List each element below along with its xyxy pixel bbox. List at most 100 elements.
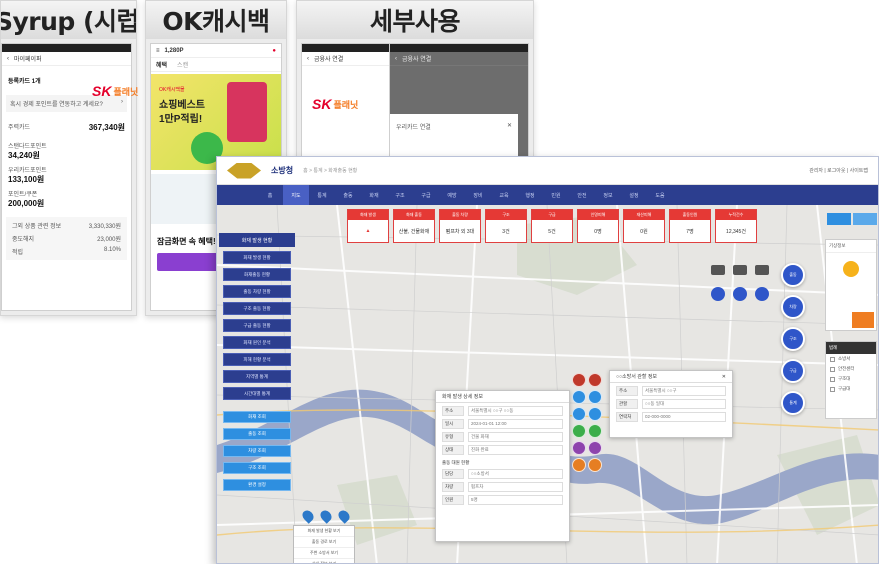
layer-toggle-icon[interactable] xyxy=(588,390,602,404)
location-pin-icon[interactable] xyxy=(711,287,725,301)
map-view[interactable]: 화재 발생 현황 화재 발생 현황화재출동 현황출동 차량 현황구조 출동 현황… xyxy=(217,205,878,563)
stat-card[interactable]: 출동인원 7명 xyxy=(669,209,711,243)
sidebar-item[interactable]: 구조 출동 현황 xyxy=(223,302,291,315)
layer-toggle-icon[interactable] xyxy=(588,424,602,438)
map-view-button[interactable] xyxy=(827,213,851,225)
stat-label: 화재 발생 xyxy=(348,210,388,220)
sidebar-item[interactable]: 피해 현황 분석 xyxy=(223,353,291,366)
sidebar-item[interactable]: 화재 원인 분석 xyxy=(223,336,291,349)
tab-scan[interactable]: 스캔 xyxy=(177,60,188,69)
context-menu-item[interactable]: 출동 경로 보기 xyxy=(294,537,354,548)
menu-icon[interactable]: ≡ xyxy=(156,48,160,54)
legend-item[interactable]: 안전센터 xyxy=(826,364,876,374)
legend-item[interactable]: 소방서 xyxy=(826,354,876,364)
stat-label: 구조 xyxy=(486,210,526,220)
legend-panel: 범례 소방서 안전센터 구조대 구급대 xyxy=(825,341,877,419)
legend-label: 구급대 xyxy=(838,386,851,391)
ambulance-icon[interactable] xyxy=(733,265,747,275)
layer-toggle-icon[interactable] xyxy=(572,458,586,472)
tool-fab-button[interactable]: 출동 xyxy=(781,263,805,287)
nav-item[interactable]: 도움 xyxy=(647,185,673,205)
sidebar-item[interactable]: 화재출동 현황 xyxy=(223,268,291,281)
close-icon[interactable]: ✕ xyxy=(507,122,512,131)
legend-item[interactable]: 구조대 xyxy=(826,374,876,384)
sidebar-item[interactable]: 구급 출동 현황 xyxy=(223,319,291,332)
nav-item[interactable]: 홈 xyxy=(257,185,283,205)
tab-benefit[interactable]: 혜택 xyxy=(156,60,167,69)
stat-card[interactable]: 구급 5건 xyxy=(531,209,573,243)
layer-toggle-icon[interactable] xyxy=(588,458,602,472)
nav-item[interactable]: 지도 xyxy=(283,185,309,205)
fire-truck-icon[interactable] xyxy=(711,265,725,275)
checkbox-icon xyxy=(830,356,835,362)
nav-item[interactable]: 구조 xyxy=(387,185,413,205)
layer-toggle-icon[interactable] xyxy=(588,441,602,455)
location-pin-icon[interactable] xyxy=(755,287,769,301)
popup-row: 주소 서울특별시 ○○구 ○○동 xyxy=(442,406,563,416)
nav-item[interactable]: 화재 xyxy=(361,185,387,205)
tool-fab-button[interactable]: 구급 xyxy=(781,359,805,383)
stat-card[interactable]: 누적건수 12,345건 xyxy=(715,209,757,243)
layer-toggle-icon[interactable] xyxy=(572,390,586,404)
nav-item[interactable]: 행정 xyxy=(517,185,543,205)
alert-button[interactable] xyxy=(852,312,874,328)
back-icon[interactable]: ‹ xyxy=(7,56,9,62)
back-icon[interactable]: ‹ xyxy=(307,56,309,62)
nav-item[interactable]: 교육 xyxy=(491,185,517,205)
legend-item[interactable]: 구급대 xyxy=(826,384,876,394)
layer-toggle-icon[interactable] xyxy=(572,407,586,421)
nav-item[interactable]: 설정 xyxy=(621,185,647,205)
tool-fab-button[interactable]: 차량 xyxy=(781,295,805,319)
status-bar xyxy=(390,44,528,52)
card-row[interactable]: 주력카드 367,340원 xyxy=(2,120,131,135)
nav-item[interactable]: 정보 xyxy=(595,185,621,205)
stat-value: 펌프차 외 3대 xyxy=(445,228,475,235)
nav-item[interactable]: 통계 xyxy=(309,185,335,205)
location-pin-icon[interactable] xyxy=(733,287,747,301)
sidebar-item[interactable]: 출동 조회 xyxy=(223,428,291,440)
popup-row: 유형 건물 화재 xyxy=(442,432,563,442)
tool-fab-button[interactable]: 통계 xyxy=(781,391,805,415)
chevron-right-icon: › xyxy=(121,99,123,105)
sidebar-item[interactable]: 차량 조회 xyxy=(223,445,291,457)
context-menu-item[interactable]: 주변 소방서 보기 xyxy=(294,548,354,559)
stat-card[interactable]: 인명피해 0명 xyxy=(577,209,619,243)
layer-toggle-icon[interactable] xyxy=(588,373,602,387)
nav-item[interactable]: 민원 xyxy=(543,185,569,205)
layer-toggle-icon[interactable] xyxy=(572,424,586,438)
stat-card[interactable]: 구조 3건 xyxy=(485,209,527,243)
sidebar-item[interactable]: 화재 조회 xyxy=(223,411,291,423)
layer-toggle-icon[interactable] xyxy=(572,441,586,455)
tool-fab-button[interactable]: 구조 xyxy=(781,327,805,351)
legend-label: 소방서 xyxy=(838,356,851,361)
context-menu-item[interactable]: 상세 정보 보기 xyxy=(294,559,354,563)
back-icon[interactable]: ‹ xyxy=(395,56,397,62)
sidebar-title: 화재 발생 현황 xyxy=(219,233,295,247)
context-menu-item[interactable]: 화재 발생 현황 보기 xyxy=(294,526,354,537)
layer-toggle-icon[interactable] xyxy=(588,407,602,421)
close-icon[interactable]: ✕ xyxy=(722,374,726,380)
banner-sub: OK캐시백몰 xyxy=(159,87,185,93)
user-links[interactable]: 관리자 | 로그아웃 | 사이트맵 xyxy=(809,167,868,174)
bell-icon[interactable]: ● xyxy=(272,48,276,54)
stat-card[interactable]: 화재 발생 ▲ xyxy=(347,209,389,243)
sidebar-item[interactable]: 화재 발생 현황 xyxy=(223,251,291,264)
satellite-view-button[interactable] xyxy=(853,213,877,225)
stat-value: 3건 xyxy=(502,228,510,235)
stat-card[interactable]: 출동 차량 펌프차 외 3대 xyxy=(439,209,481,243)
sidebar-item[interactable]: 출동 차량 현황 xyxy=(223,285,291,298)
sidebar-item[interactable]: 환경 설정 xyxy=(223,479,291,491)
rescue-vehicle-icon[interactable] xyxy=(755,265,769,275)
nav-item[interactable]: 예방 xyxy=(439,185,465,205)
stat-card[interactable]: 화재 출동 산불, 건물화재 xyxy=(393,209,435,243)
nav-item[interactable]: 장비 xyxy=(465,185,491,205)
sidebar-item[interactable]: 구조 조회 xyxy=(223,462,291,474)
weather-panel: 기상정보 xyxy=(825,239,877,331)
stat-card[interactable]: 재산피해 0원 xyxy=(623,209,665,243)
nav-item[interactable]: 출동 xyxy=(335,185,361,205)
sidebar-item[interactable]: 지역별 통계 xyxy=(223,370,291,383)
nav-item[interactable]: 안전 xyxy=(569,185,595,205)
sidebar-item[interactable]: 시간대별 통계 xyxy=(223,387,291,400)
layer-toggle-icon[interactable] xyxy=(572,373,586,387)
nav-item[interactable]: 구급 xyxy=(413,185,439,205)
